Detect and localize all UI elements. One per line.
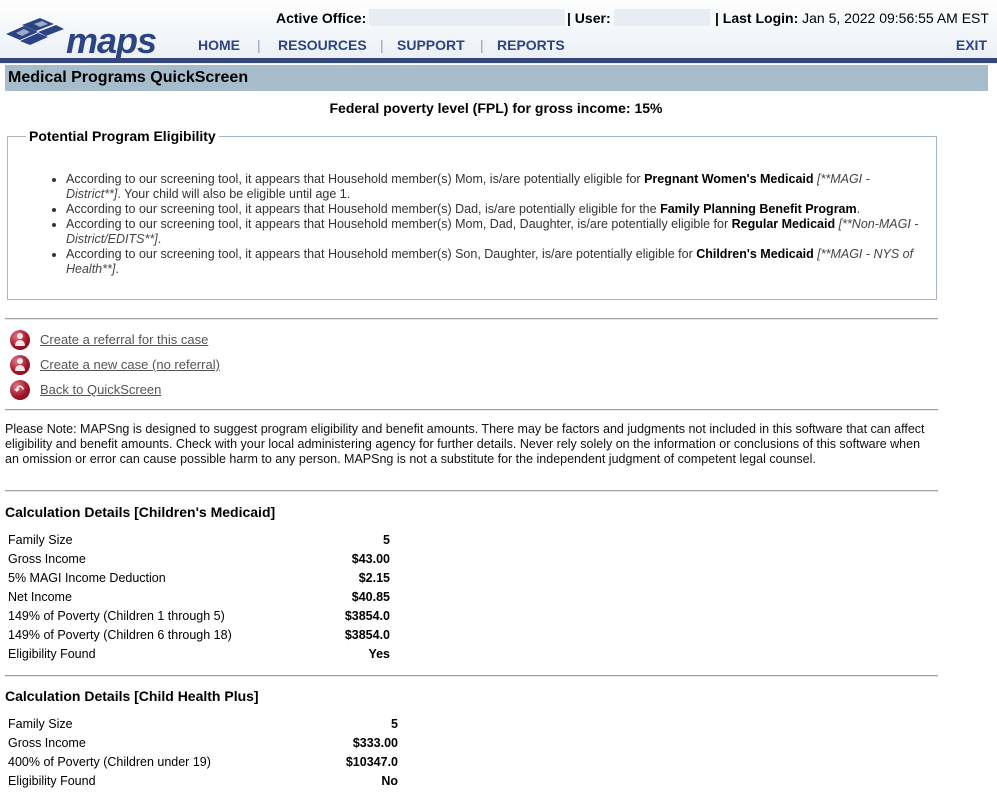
- back-arrow-icon: ↶: [10, 380, 30, 400]
- table-row: Gross Income $43.00: [8, 551, 390, 566]
- disclaimer-note: Please Note: MAPSng is designed to sugge…: [5, 422, 925, 466]
- calc-table-childrens-medicaid: Family Size 5 Gross Income $43.00 5% MAGI …: [5, 530, 393, 663]
- maps-logo-text: maps: [66, 20, 157, 61]
- table-row: 149% of Poverty (Children 6 through 18) $…: [8, 627, 390, 642]
- user-value-redacted: [614, 9, 710, 26]
- user-label: | User:: [567, 10, 611, 26]
- divider: [5, 409, 938, 411]
- active-office-label: Active Office:: [276, 10, 367, 26]
- exit-button[interactable]: EXIT: [956, 37, 987, 53]
- eligibility-list: According to our screening tool, it appe…: [16, 172, 928, 277]
- header-divider: [0, 58, 997, 63]
- maps-logo-icon: [6, 18, 64, 45]
- table-row: Eligibility Found No: [8, 773, 398, 788]
- eligibility-item: According to our screening tool, it appe…: [66, 217, 928, 247]
- eligibility-item: According to our screening tool, it appe…: [66, 172, 928, 202]
- fpl-summary: Federal poverty level (FPL) for gross in…: [329, 100, 663, 116]
- nav-home[interactable]: HOME: [198, 37, 240, 53]
- divider: [5, 318, 938, 320]
- nav-separator: |: [257, 37, 261, 53]
- table-row: Family Size 5: [8, 716, 398, 731]
- create-case-link[interactable]: Create a new case (no referral): [40, 357, 220, 372]
- divider: [5, 675, 938, 677]
- person-icon: [10, 355, 30, 375]
- last-login: | Last Login: Jan 5, 2022 09:56:55 AM ES…: [715, 10, 989, 26]
- active-office-value-redacted: [369, 9, 565, 26]
- nav-resources[interactable]: RESOURCES: [278, 37, 367, 53]
- eligibility-item: According to our screening tool, it appe…: [66, 202, 928, 217]
- person-icon: [10, 330, 30, 350]
- eligibility-item: According to our screening tool, it appe…: [66, 247, 928, 277]
- table-row: Net Income $40.85: [8, 589, 390, 604]
- table-row: Gross Income $333.00: [8, 735, 398, 750]
- maps-logo[interactable]: maps: [4, 12, 174, 61]
- page-title: Medical Programs QuickScreen: [8, 69, 249, 86]
- nav-separator: |: [480, 37, 484, 53]
- page-title-bar: Medical Programs QuickScreen: [5, 65, 988, 91]
- calc-table-child-health-plus: Family Size 5 Gross Income $333.00 400% of…: [5, 714, 401, 790]
- back-to-quickscreen-link[interactable]: Back to QuickScreen: [40, 382, 161, 397]
- app-header: maps Active Office: | User: | Last Login…: [0, 0, 997, 64]
- table-row: 5% MAGI Income Deduction $2.15: [8, 570, 390, 585]
- table-row: Family Size 5: [8, 532, 390, 547]
- divider: [5, 490, 938, 492]
- eligibility-panel: Potential Program Eligibility According …: [7, 128, 937, 300]
- nav-separator: |: [380, 37, 384, 53]
- nav-reports[interactable]: REPORTS: [497, 37, 565, 53]
- table-row: 400% of Poverty (Children under 19) $1034…: [8, 754, 398, 769]
- table-row: 149% of Poverty (Children 1 through 5) $3…: [8, 608, 390, 623]
- create-referral-link[interactable]: Create a referral for this case: [40, 332, 208, 347]
- nav-support[interactable]: SUPPORT: [397, 37, 465, 53]
- table-row: Eligibility Found Yes: [8, 646, 390, 661]
- eligibility-legend: Potential Program Eligibility: [29, 128, 216, 144]
- calc-title-child-health-plus: Calculation Details [Child Health Plus]: [5, 688, 259, 704]
- calc-title-childrens-medicaid: Calculation Details [Children's Medicaid…: [5, 504, 276, 520]
